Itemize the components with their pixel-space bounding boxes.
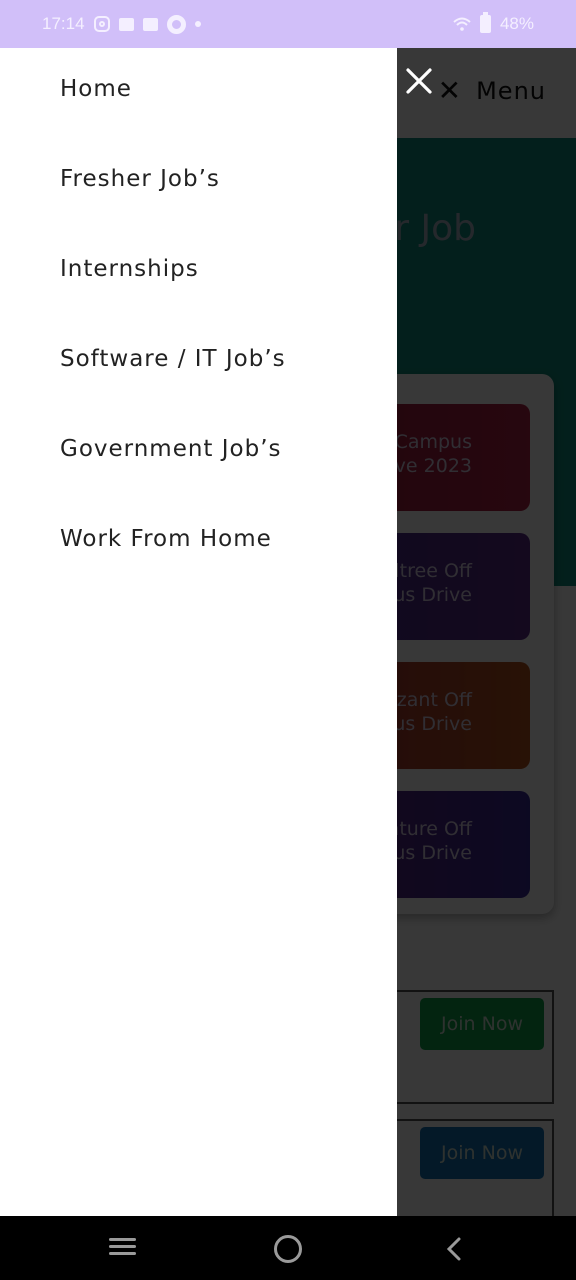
navigation-drawer: Home Fresher Job’s Internships Software … [0, 48, 397, 1216]
battery-level: 48% [499, 14, 534, 33]
circle-app-icon [166, 14, 186, 34]
home-icon[interactable] [274, 1235, 302, 1263]
recent-apps-icon[interactable] [108, 1234, 138, 1264]
close-icon[interactable] [404, 66, 434, 96]
drawer-item-fresher-jobs[interactable]: Fresher Job’s [60, 166, 220, 192]
message-icon [142, 17, 158, 31]
drawer-item-software-it-jobs[interactable]: Software / IT Job’s [60, 346, 286, 372]
dot-icon [194, 21, 201, 27]
system-navigation-bar [0, 1216, 576, 1280]
status-bar: 17:14 48% [0, 0, 576, 48]
wifi-icon [453, 17, 471, 31]
status-left: 17:14 [42, 14, 201, 34]
drawer-item-internships[interactable]: Internships [60, 256, 199, 282]
drawer-item-home[interactable]: Home [60, 76, 132, 102]
clock: 17:14 [42, 14, 85, 33]
status-right: 48% [453, 12, 534, 34]
back-icon[interactable] [440, 1234, 470, 1264]
instagram-icon [93, 16, 110, 32]
drawer-item-government-jobs[interactable]: Government Job’s [60, 436, 282, 462]
battery-icon [479, 12, 491, 33]
message-icon [118, 17, 134, 31]
drawer-item-work-from-home[interactable]: Work From Home [60, 526, 272, 552]
